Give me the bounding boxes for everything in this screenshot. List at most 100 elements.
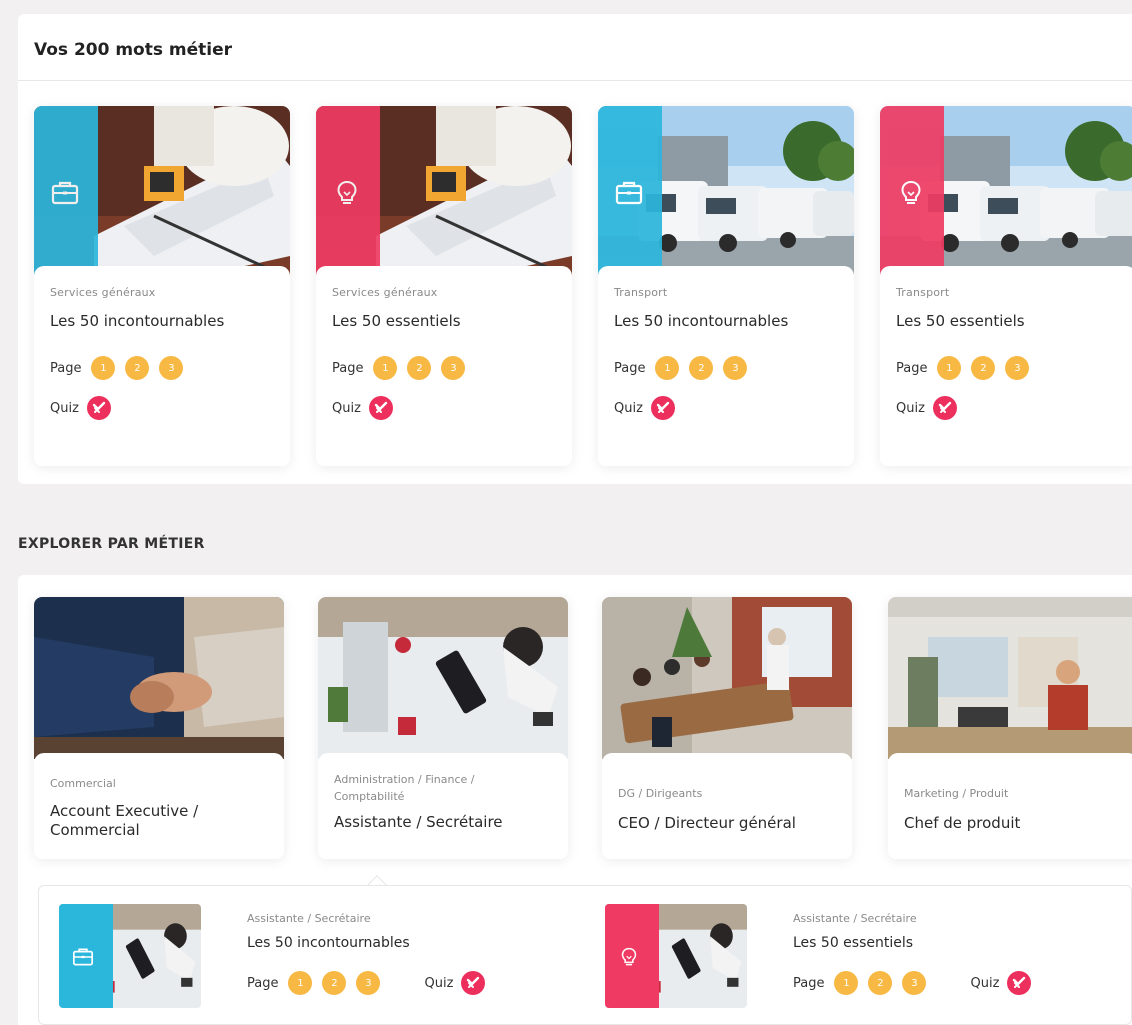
card-title[interactable]: Les 50 incontournables bbox=[614, 312, 838, 330]
page-label: Page bbox=[50, 360, 82, 376]
page-3-button[interactable]: 3 bbox=[723, 356, 748, 380]
job-vocab-item[interactable]: Assistante / Secrétaire Les 50 incontour… bbox=[59, 904, 559, 1008]
page-row: Page 1 2 3 bbox=[614, 356, 838, 380]
lightbulb-icon bbox=[616, 944, 642, 970]
quiz-label: Quiz bbox=[614, 400, 643, 416]
page-3-button[interactable]: 3 bbox=[159, 356, 184, 380]
briefcase-icon bbox=[70, 944, 96, 970]
vocab-card[interactable]: Services généraux Les 50 incontournables… bbox=[34, 106, 290, 466]
vocabulary-panel: Vos 200 mots métier Services généraux Le… bbox=[18, 14, 1132, 484]
divider bbox=[18, 80, 1132, 81]
accent-stripe bbox=[605, 904, 659, 1008]
quiz-icon[interactable] bbox=[86, 396, 111, 420]
quiz-row: Quiz bbox=[896, 396, 1120, 420]
page-3-button[interactable]: 3 bbox=[441, 356, 466, 380]
item-category: Assistante / Secrétaire bbox=[247, 912, 371, 925]
page-row: Page 1 2 3 bbox=[50, 356, 274, 380]
quiz-label: Quiz bbox=[896, 400, 925, 416]
job-title: Account Executive / Commercial bbox=[50, 802, 199, 839]
job-card-body: Commercial Account Executive / Commercia… bbox=[34, 753, 284, 859]
quiz-icon[interactable] bbox=[650, 396, 675, 420]
page-3-button[interactable]: 3 bbox=[1005, 356, 1030, 380]
page-label: Page bbox=[614, 360, 646, 376]
accent-stripe bbox=[598, 106, 662, 286]
page-row: Page 1 2 3 bbox=[896, 356, 1120, 380]
panel-title: Vos 200 mots métier bbox=[34, 40, 233, 60]
job-title: Assistante / Secrétaire bbox=[334, 813, 503, 831]
card-title[interactable]: Les 50 essentiels bbox=[896, 312, 1120, 330]
briefcase-icon bbox=[48, 176, 82, 210]
quiz-row: Quiz bbox=[50, 396, 274, 420]
job-card-chef-produit[interactable]: Marketing / Produit Chef de produit bbox=[888, 597, 1132, 859]
card-title[interactable]: Les 50 essentiels bbox=[332, 312, 556, 330]
quiz-icon[interactable] bbox=[368, 396, 393, 420]
accent-stripe bbox=[34, 106, 98, 286]
item-title[interactable]: Les 50 incontournables bbox=[247, 935, 547, 951]
page-1-button[interactable]: 1 bbox=[373, 356, 398, 380]
job-category: DG / Dirigeants bbox=[618, 787, 703, 800]
card-category: Services généraux bbox=[50, 286, 156, 299]
job-title: CEO / Directeur général bbox=[618, 814, 796, 832]
item-info: Assistante / Secrétaire Les 50 incontour… bbox=[247, 912, 547, 995]
lightbulb-icon bbox=[894, 176, 928, 210]
page-1-button[interactable]: 1 bbox=[834, 971, 859, 995]
job-card-body: Administration / Finance / Comptabilité … bbox=[318, 753, 568, 859]
office-workspace-photo bbox=[888, 597, 1132, 759]
handshake-photo bbox=[34, 597, 284, 759]
meeting-room-photo bbox=[602, 597, 852, 759]
page-1-button[interactable]: 1 bbox=[655, 356, 680, 380]
card-body: Services généraux Les 50 essentiels Page… bbox=[316, 266, 572, 466]
job-card-body: Marketing / Produit Chef de produit bbox=[888, 753, 1132, 859]
quiz-icon[interactable] bbox=[461, 971, 486, 995]
quiz-label: Quiz bbox=[50, 400, 79, 416]
page-2-button[interactable]: 2 bbox=[689, 356, 714, 380]
accent-stripe bbox=[316, 106, 380, 286]
vocab-card[interactable]: Transport Les 50 essentiels Page 1 2 3 Q… bbox=[880, 106, 1132, 466]
job-vocab-item[interactable]: Assistante / Secrétaire Les 50 essentiel… bbox=[605, 904, 1105, 1008]
job-category: Commercial bbox=[50, 777, 116, 790]
page-1-button[interactable]: 1 bbox=[288, 971, 313, 995]
job-title: Chef de produit bbox=[904, 814, 1021, 832]
card-body: Services généraux Les 50 incontournables… bbox=[34, 266, 290, 466]
job-category: Administration / Finance / Comptabilité bbox=[334, 773, 475, 803]
card-category: Services généraux bbox=[332, 286, 438, 299]
vocab-card[interactable]: Services généraux Les 50 essentiels Page… bbox=[316, 106, 572, 466]
quiz-icon[interactable] bbox=[1007, 971, 1032, 995]
card-body: Transport Les 50 incontournables Page 1 … bbox=[598, 266, 854, 466]
job-card-assistante[interactable]: Administration / Finance / Comptabilité … bbox=[318, 597, 568, 859]
page-2-button[interactable]: 2 bbox=[322, 971, 347, 995]
page-2-button[interactable]: 2 bbox=[868, 971, 893, 995]
page-3-button[interactable]: 3 bbox=[356, 971, 381, 995]
item-title[interactable]: Les 50 essentiels bbox=[793, 935, 1093, 951]
page-2-button[interactable]: 2 bbox=[125, 356, 150, 380]
page-3-button[interactable]: 3 bbox=[902, 971, 927, 995]
item-controls: Page 1 2 3 Quiz bbox=[247, 971, 547, 995]
explore-section-title: EXPLORER PAR MÉTIER bbox=[18, 536, 205, 552]
page-1-button[interactable]: 1 bbox=[91, 356, 116, 380]
office-desk-photo bbox=[318, 597, 568, 759]
item-category: Assistante / Secrétaire bbox=[793, 912, 917, 925]
job-category: Marketing / Produit bbox=[904, 787, 1009, 800]
quiz-row: Quiz bbox=[614, 396, 838, 420]
job-card-body: DG / Dirigeants CEO / Directeur général bbox=[602, 753, 852, 859]
explore-panel: Commercial Account Executive / Commercia… bbox=[18, 575, 1132, 1025]
card-category: Transport bbox=[614, 286, 668, 299]
quiz-label: Quiz bbox=[424, 975, 454, 991]
page-1-button[interactable]: 1 bbox=[937, 356, 962, 380]
accent-stripe bbox=[880, 106, 944, 286]
quiz-label: Quiz bbox=[332, 400, 361, 416]
card-title[interactable]: Les 50 incontournables bbox=[50, 312, 274, 330]
briefcase-icon bbox=[612, 176, 646, 210]
quiz-label: Quiz bbox=[970, 975, 1000, 991]
quiz-icon[interactable] bbox=[932, 396, 957, 420]
page-2-button[interactable]: 2 bbox=[971, 356, 996, 380]
page-2-button[interactable]: 2 bbox=[407, 356, 432, 380]
vocab-card[interactable]: Transport Les 50 incontournables Page 1 … bbox=[598, 106, 854, 466]
job-card-ceo[interactable]: DG / Dirigeants CEO / Directeur général bbox=[602, 597, 852, 859]
item-info: Assistante / Secrétaire Les 50 essentiel… bbox=[793, 912, 1093, 995]
page-label: Page bbox=[896, 360, 928, 376]
accent-stripe bbox=[59, 904, 113, 1008]
card-body: Transport Les 50 essentiels Page 1 2 3 Q… bbox=[880, 266, 1132, 466]
job-card-commercial[interactable]: Commercial Account Executive / Commercia… bbox=[34, 597, 284, 859]
page-label: Page bbox=[332, 360, 364, 376]
